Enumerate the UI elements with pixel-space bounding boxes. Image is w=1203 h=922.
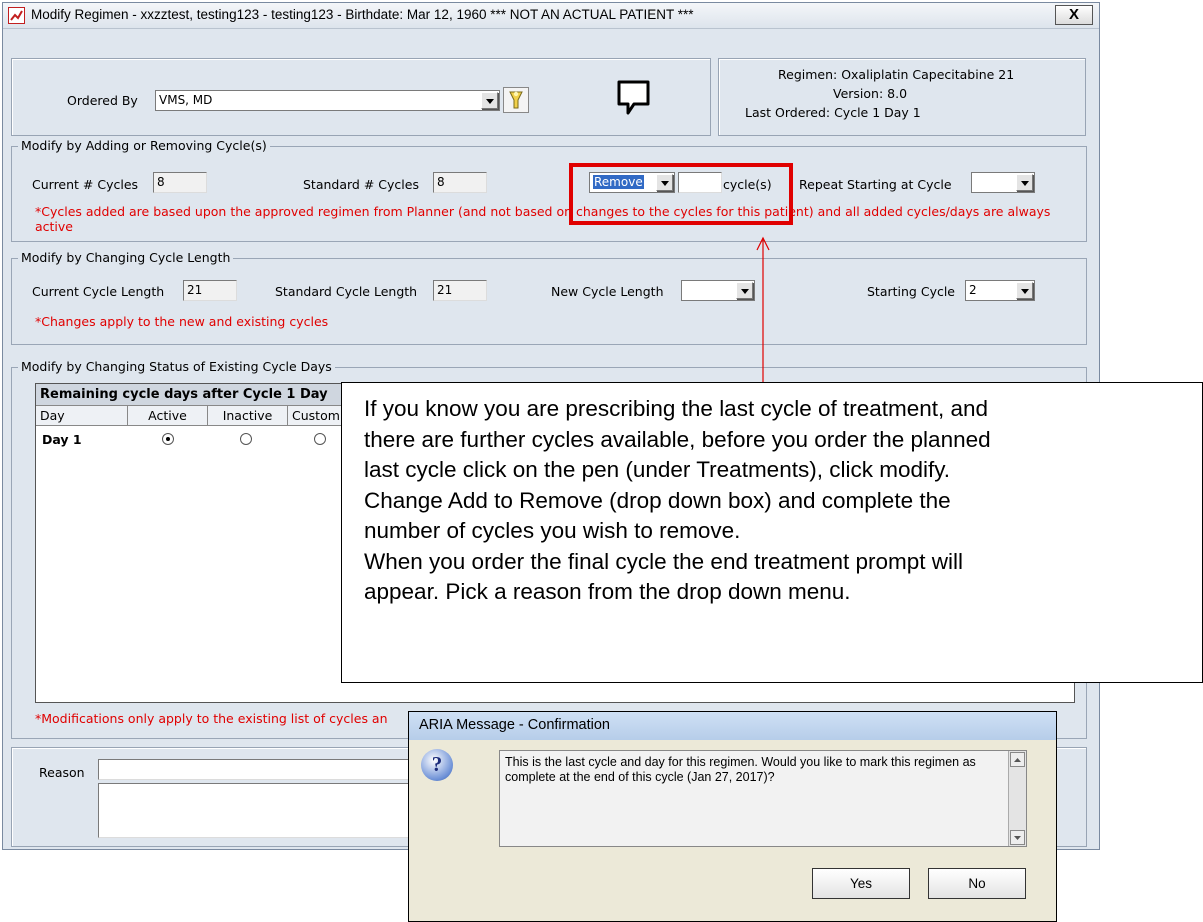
add-remove-cycles-title: Modify by Adding or Removing Cycle(s) — [18, 138, 270, 153]
scroll-down-icon[interactable] — [1010, 830, 1025, 845]
app-icon — [8, 7, 25, 24]
starting-cycle-select[interactable]: 2 — [965, 280, 1035, 301]
inactive-radio[interactable] — [240, 433, 252, 445]
reason-comment-input[interactable] — [98, 783, 413, 838]
standard-cycles-label: Standard # Cycles — [303, 177, 419, 192]
ordered-by-value: VMS, MD — [159, 93, 213, 107]
scroll-up-icon[interactable] — [1010, 752, 1025, 767]
new-length-select[interactable] — [681, 280, 755, 301]
callout-line: If you know you are prescribing the last… — [364, 396, 989, 421]
close-button[interactable]: X — [1055, 5, 1093, 25]
callout-line: Change Add to Remove (drop down box) and… — [364, 487, 951, 513]
new-length-label: New Cycle Length — [551, 284, 664, 299]
cycle-status-title: Modify by Changing Status of Existing Cy… — [18, 359, 335, 374]
standard-length-field: 21 — [433, 280, 487, 301]
callout-arrow — [756, 236, 770, 384]
title-bar: Modify Regimen - xxzztest, testing123 - … — [3, 3, 1099, 29]
instruction-callout: If you know you are prescribing the last… — [341, 382, 1203, 683]
no-button[interactable]: No — [928, 868, 1026, 899]
active-radio[interactable] — [162, 433, 174, 445]
callout-line: number of cycles you wish to remove. — [364, 518, 741, 543]
current-cycles-label: Current # Cycles — [32, 177, 139, 192]
standard-length-label: Standard Cycle Length — [275, 284, 418, 299]
custom-radio[interactable] — [314, 433, 326, 445]
message-box: This is the last cycle and day for this … — [499, 750, 1027, 847]
flashlight-icon — [509, 91, 523, 109]
column-active[interactable]: Active — [128, 406, 208, 426]
window-title: Modify Regimen - xxzztest, testing123 - … — [31, 7, 694, 22]
last-ordered: Last Ordered: Cycle 1 Day 1 — [745, 105, 921, 120]
regimen-name: Regimen: Oxaliplatin Capecitabine 21 — [778, 67, 1015, 82]
callout-line: When you order the final cycle the end t… — [364, 548, 964, 574]
ordered-by-select[interactable]: VMS, MD — [155, 90, 500, 111]
current-cycles-field: 8 — [153, 172, 207, 193]
search-physician-button[interactable] — [503, 87, 529, 113]
message-scrollbar[interactable] — [1008, 751, 1026, 846]
starting-cycle-value: 2 — [969, 283, 977, 297]
cycle-length-title: Modify by Changing Cycle Length — [18, 250, 234, 265]
callout-line: there are further cycles available, befo… — [364, 426, 991, 452]
table-row-day-label: Day 1 — [42, 432, 82, 447]
cycles-note: *Cycles added are based upon the approve… — [35, 204, 1051, 234]
dialog-title: ARIA Message - Confirmation — [409, 712, 1056, 740]
chevron-down-icon[interactable] — [481, 92, 498, 109]
chevron-down-icon[interactable] — [1016, 282, 1033, 299]
ordered-by-label: Ordered By — [67, 93, 138, 108]
callout-line: appear. Pick a reason from the drop down… — [364, 579, 851, 604]
confirmation-dialog: ARIA Message - Confirmation ? This is th… — [408, 711, 1057, 922]
repeat-starting-label: Repeat Starting at Cycle — [799, 177, 952, 192]
yes-button[interactable]: Yes — [812, 868, 910, 899]
dialog-message: This is the last cycle and day for this … — [505, 755, 976, 784]
cycle-length-group: Modify by Changing Cycle Length — [11, 250, 1087, 345]
question-icon: ? — [421, 749, 453, 781]
reason-input[interactable] — [98, 759, 413, 780]
repeat-starting-select[interactable] — [971, 172, 1035, 193]
callout-line: last cycle click on the pen (under Treat… — [364, 457, 951, 482]
current-length-field: 21 — [183, 280, 237, 301]
starting-cycle-label: Starting Cycle — [867, 284, 956, 299]
chevron-down-icon[interactable] — [1016, 174, 1033, 191]
status-note: *Modifications only apply to the existin… — [35, 711, 388, 726]
standard-cycles-field: 8 — [433, 172, 487, 193]
highlight-box — [569, 163, 793, 225]
regimen-version: Version: 8.0 — [833, 86, 908, 101]
note-icon[interactable] — [616, 79, 652, 119]
chevron-down-icon[interactable] — [736, 282, 753, 299]
column-inactive[interactable]: Inactive — [208, 406, 288, 426]
column-day[interactable]: Day — [36, 406, 128, 426]
reason-label: Reason — [39, 765, 85, 780]
length-note: *Changes apply to the new and existing c… — [35, 314, 329, 329]
current-length-label: Current Cycle Length — [32, 284, 165, 299]
